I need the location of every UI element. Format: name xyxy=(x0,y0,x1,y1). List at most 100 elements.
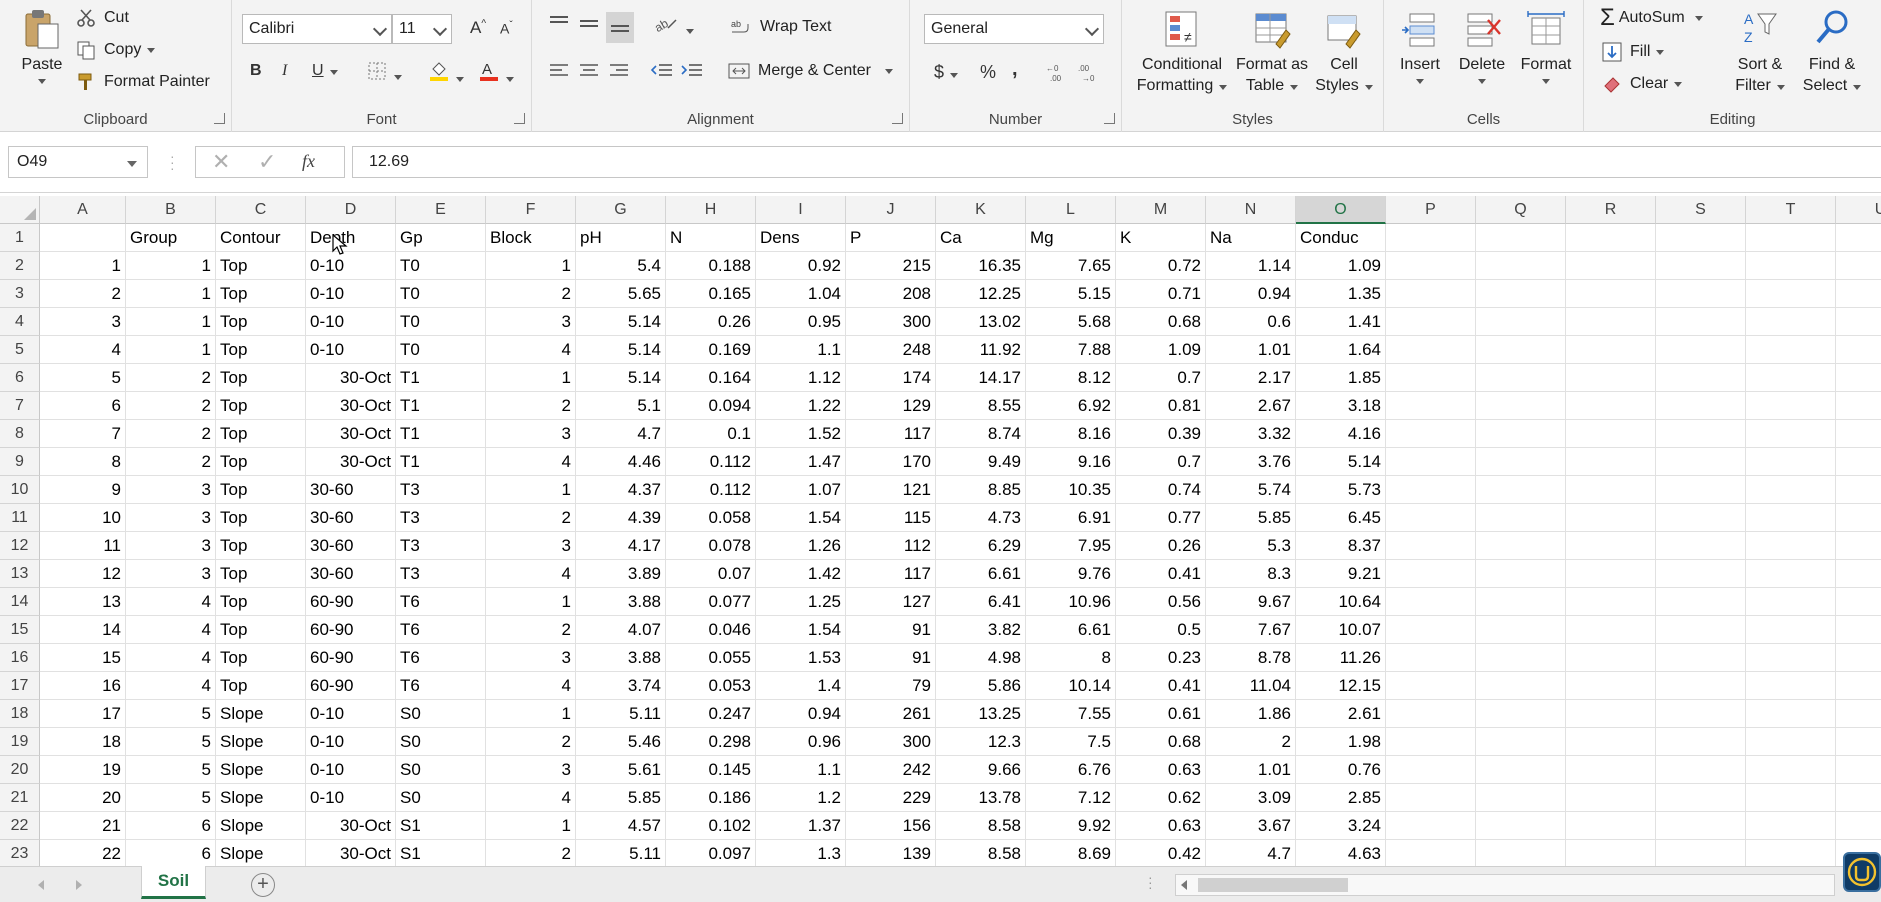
table-cell[interactable]: 3 xyxy=(486,756,576,784)
column-header-k[interactable]: K xyxy=(936,196,1026,224)
table-cell[interactable]: 8.78 xyxy=(1206,644,1296,672)
table-cell[interactable] xyxy=(1746,476,1836,504)
table-cell[interactable]: 91 xyxy=(846,644,936,672)
table-cell[interactable]: 2 xyxy=(126,448,216,476)
table-cell[interactable]: 7.5 xyxy=(1026,728,1116,756)
table-cell[interactable] xyxy=(1836,700,1881,728)
table-cell[interactable] xyxy=(1566,364,1656,392)
column-header-a[interactable]: A xyxy=(40,196,126,224)
table-cell[interactable]: 30-Oct xyxy=(306,392,396,420)
table-cell[interactable]: 4 xyxy=(126,644,216,672)
table-cell[interactable]: 30-Oct xyxy=(306,840,396,866)
table-cell[interactable]: 1.07 xyxy=(756,476,846,504)
table-cell[interactable] xyxy=(1746,532,1836,560)
table-cell[interactable] xyxy=(1656,644,1746,672)
table-cell[interactable]: Top xyxy=(216,588,306,616)
table-cell[interactable] xyxy=(1746,336,1836,364)
table-cell[interactable] xyxy=(1386,476,1476,504)
table-cell[interactable]: 3 xyxy=(486,644,576,672)
format-painter-button[interactable]: Format Painter xyxy=(76,72,210,92)
table-cell[interactable]: 2.67 xyxy=(1206,392,1296,420)
table-cell[interactable]: 0-10 xyxy=(306,700,396,728)
table-cell[interactable]: Top xyxy=(216,672,306,700)
header-cell[interactable]: Conduc xyxy=(1296,224,1386,252)
table-cell[interactable]: 3.89 xyxy=(576,560,666,588)
table-cell[interactable]: 1.86 xyxy=(1206,700,1296,728)
table-cell[interactable]: 6.45 xyxy=(1296,504,1386,532)
row-header[interactable]: 19 xyxy=(0,728,40,756)
table-cell[interactable] xyxy=(1656,728,1746,756)
autosum-button[interactable]: Σ AutoSum xyxy=(1600,6,1703,30)
table-cell[interactable] xyxy=(1476,308,1566,336)
table-cell[interactable] xyxy=(1386,700,1476,728)
table-cell[interactable] xyxy=(1566,756,1656,784)
table-cell[interactable]: 5.14 xyxy=(1296,448,1386,476)
table-cell[interactable]: 4 xyxy=(486,448,576,476)
table-cell[interactable]: 1.1 xyxy=(756,756,846,784)
table-cell[interactable]: 6.61 xyxy=(936,560,1026,588)
table-cell[interactable]: 0.68 xyxy=(1116,728,1206,756)
table-cell[interactable] xyxy=(1656,392,1746,420)
italic-button[interactable]: I xyxy=(282,62,287,80)
table-cell[interactable]: 5.14 xyxy=(576,308,666,336)
table-cell[interactable]: 0.42 xyxy=(1116,840,1206,866)
row-header[interactable]: 2 xyxy=(0,252,40,280)
table-cell[interactable]: 17 xyxy=(40,700,126,728)
table-cell[interactable]: 30-60 xyxy=(306,560,396,588)
table-cell[interactable] xyxy=(1746,448,1836,476)
table-cell[interactable] xyxy=(1746,644,1836,672)
row-header[interactable]: 1 xyxy=(0,224,40,252)
table-cell[interactable]: 5.11 xyxy=(576,700,666,728)
header-cell[interactable] xyxy=(1476,224,1566,252)
table-cell[interactable]: Slope xyxy=(216,728,306,756)
row-header[interactable]: 18 xyxy=(0,700,40,728)
table-cell[interactable] xyxy=(1836,336,1881,364)
table-cell[interactable]: 4.07 xyxy=(576,616,666,644)
table-cell[interactable]: 0-10 xyxy=(306,252,396,280)
table-cell[interactable] xyxy=(1656,308,1746,336)
table-cell[interactable]: Slope xyxy=(216,840,306,866)
table-cell[interactable]: 3 xyxy=(40,308,126,336)
table-cell[interactable]: 0.61 xyxy=(1116,700,1206,728)
column-header-b[interactable]: B xyxy=(126,196,216,224)
row-header[interactable]: 16 xyxy=(0,644,40,672)
table-cell[interactable]: 1.04 xyxy=(756,280,846,308)
table-cell[interactable] xyxy=(1836,756,1881,784)
table-cell[interactable]: 1.1 xyxy=(756,336,846,364)
column-header-p[interactable]: P xyxy=(1386,196,1476,224)
row-header[interactable]: 4 xyxy=(0,308,40,336)
table-cell[interactable] xyxy=(1476,476,1566,504)
formula-input[interactable]: 12.69 xyxy=(352,146,1881,178)
table-cell[interactable]: Top xyxy=(216,420,306,448)
cut-button[interactable]: Cut xyxy=(76,8,129,28)
format-cells-button[interactable]: Format xyxy=(1514,8,1578,84)
table-cell[interactable]: 6.76 xyxy=(1026,756,1116,784)
grow-font-button[interactable]: A^ xyxy=(470,18,486,38)
percent-style-button[interactable]: % xyxy=(980,62,996,83)
table-cell[interactable]: 8.55 xyxy=(936,392,1026,420)
table-cell[interactable] xyxy=(1476,336,1566,364)
table-cell[interactable] xyxy=(1836,364,1881,392)
column-header-h[interactable]: H xyxy=(666,196,756,224)
table-cell[interactable]: 60-90 xyxy=(306,588,396,616)
table-cell[interactable]: 5 xyxy=(40,364,126,392)
header-cell[interactable] xyxy=(1656,224,1746,252)
table-cell[interactable]: 6 xyxy=(40,392,126,420)
table-cell[interactable]: 1.54 xyxy=(756,616,846,644)
table-cell[interactable]: Top xyxy=(216,308,306,336)
table-cell[interactable] xyxy=(1746,672,1836,700)
table-cell[interactable] xyxy=(1476,560,1566,588)
column-header-g[interactable]: G xyxy=(576,196,666,224)
table-cell[interactable]: 6.61 xyxy=(1026,616,1116,644)
table-cell[interactable]: 11.04 xyxy=(1206,672,1296,700)
sheet-tab-soil[interactable]: Soil xyxy=(141,866,206,899)
table-cell[interactable]: 11.26 xyxy=(1296,644,1386,672)
table-cell[interactable] xyxy=(1476,504,1566,532)
table-cell[interactable]: 0.1 xyxy=(666,420,756,448)
table-cell[interactable] xyxy=(1656,616,1746,644)
table-cell[interactable]: 8.74 xyxy=(936,420,1026,448)
table-cell[interactable] xyxy=(1386,644,1476,672)
table-cell[interactable]: 15 xyxy=(40,644,126,672)
bottom-align-button[interactable] xyxy=(606,12,634,43)
table-cell[interactable] xyxy=(1566,336,1656,364)
